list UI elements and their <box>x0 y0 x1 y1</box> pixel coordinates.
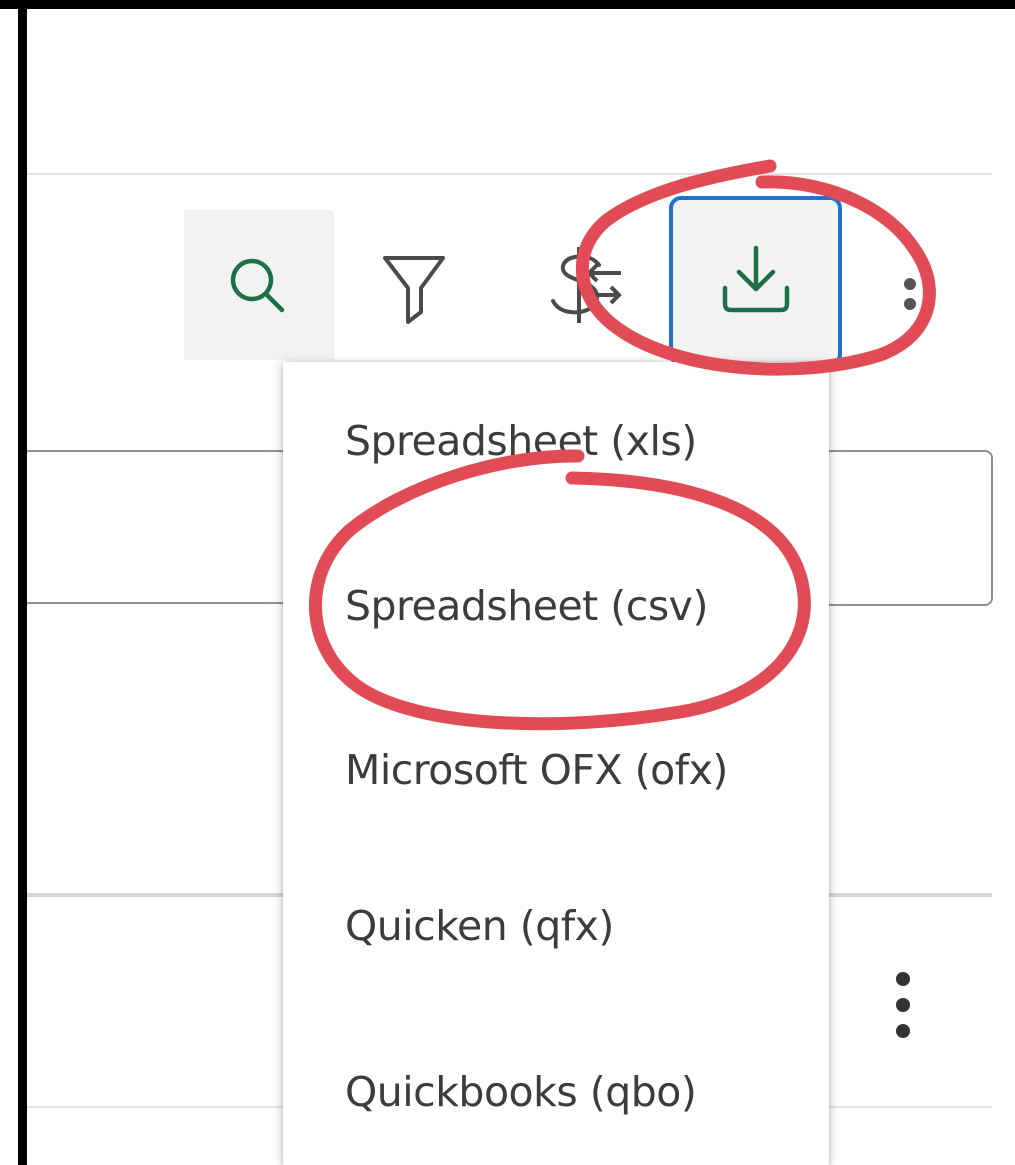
export-format-menu: Spreadsheet (xls) Spreadsheet (csv) Micr… <box>283 362 829 1165</box>
row-more-actions-icon[interactable] <box>890 972 916 1038</box>
more-options-button[interactable] <box>880 210 940 360</box>
menu-item-qfx[interactable]: Quicken (qfx) <box>345 902 614 950</box>
frame-border-top <box>0 0 1015 9</box>
download-button[interactable] <box>669 196 842 366</box>
search-button[interactable] <box>184 210 334 360</box>
more-vertical-icon <box>904 278 916 310</box>
filter-input-field-left[interactable] <box>27 450 283 604</box>
filter-button[interactable] <box>340 210 490 360</box>
frame-border-left <box>18 0 27 1165</box>
download-icon <box>722 245 789 313</box>
filter-input-field-right[interactable] <box>829 450 993 606</box>
dollar-transfer-icon <box>551 247 622 323</box>
menu-item-xls[interactable]: Spreadsheet (xls) <box>345 417 697 465</box>
search-icon <box>230 258 285 313</box>
toolbar-divider <box>27 173 992 175</box>
menu-item-ofx[interactable]: Microsoft OFX (ofx) <box>345 746 728 794</box>
transfer-button[interactable] <box>500 210 650 360</box>
menu-item-csv[interactable]: Spreadsheet (csv) <box>345 582 708 630</box>
menu-item-qbo[interactable]: Quickbooks (qbo) <box>345 1068 697 1116</box>
filter-icon <box>383 256 445 324</box>
